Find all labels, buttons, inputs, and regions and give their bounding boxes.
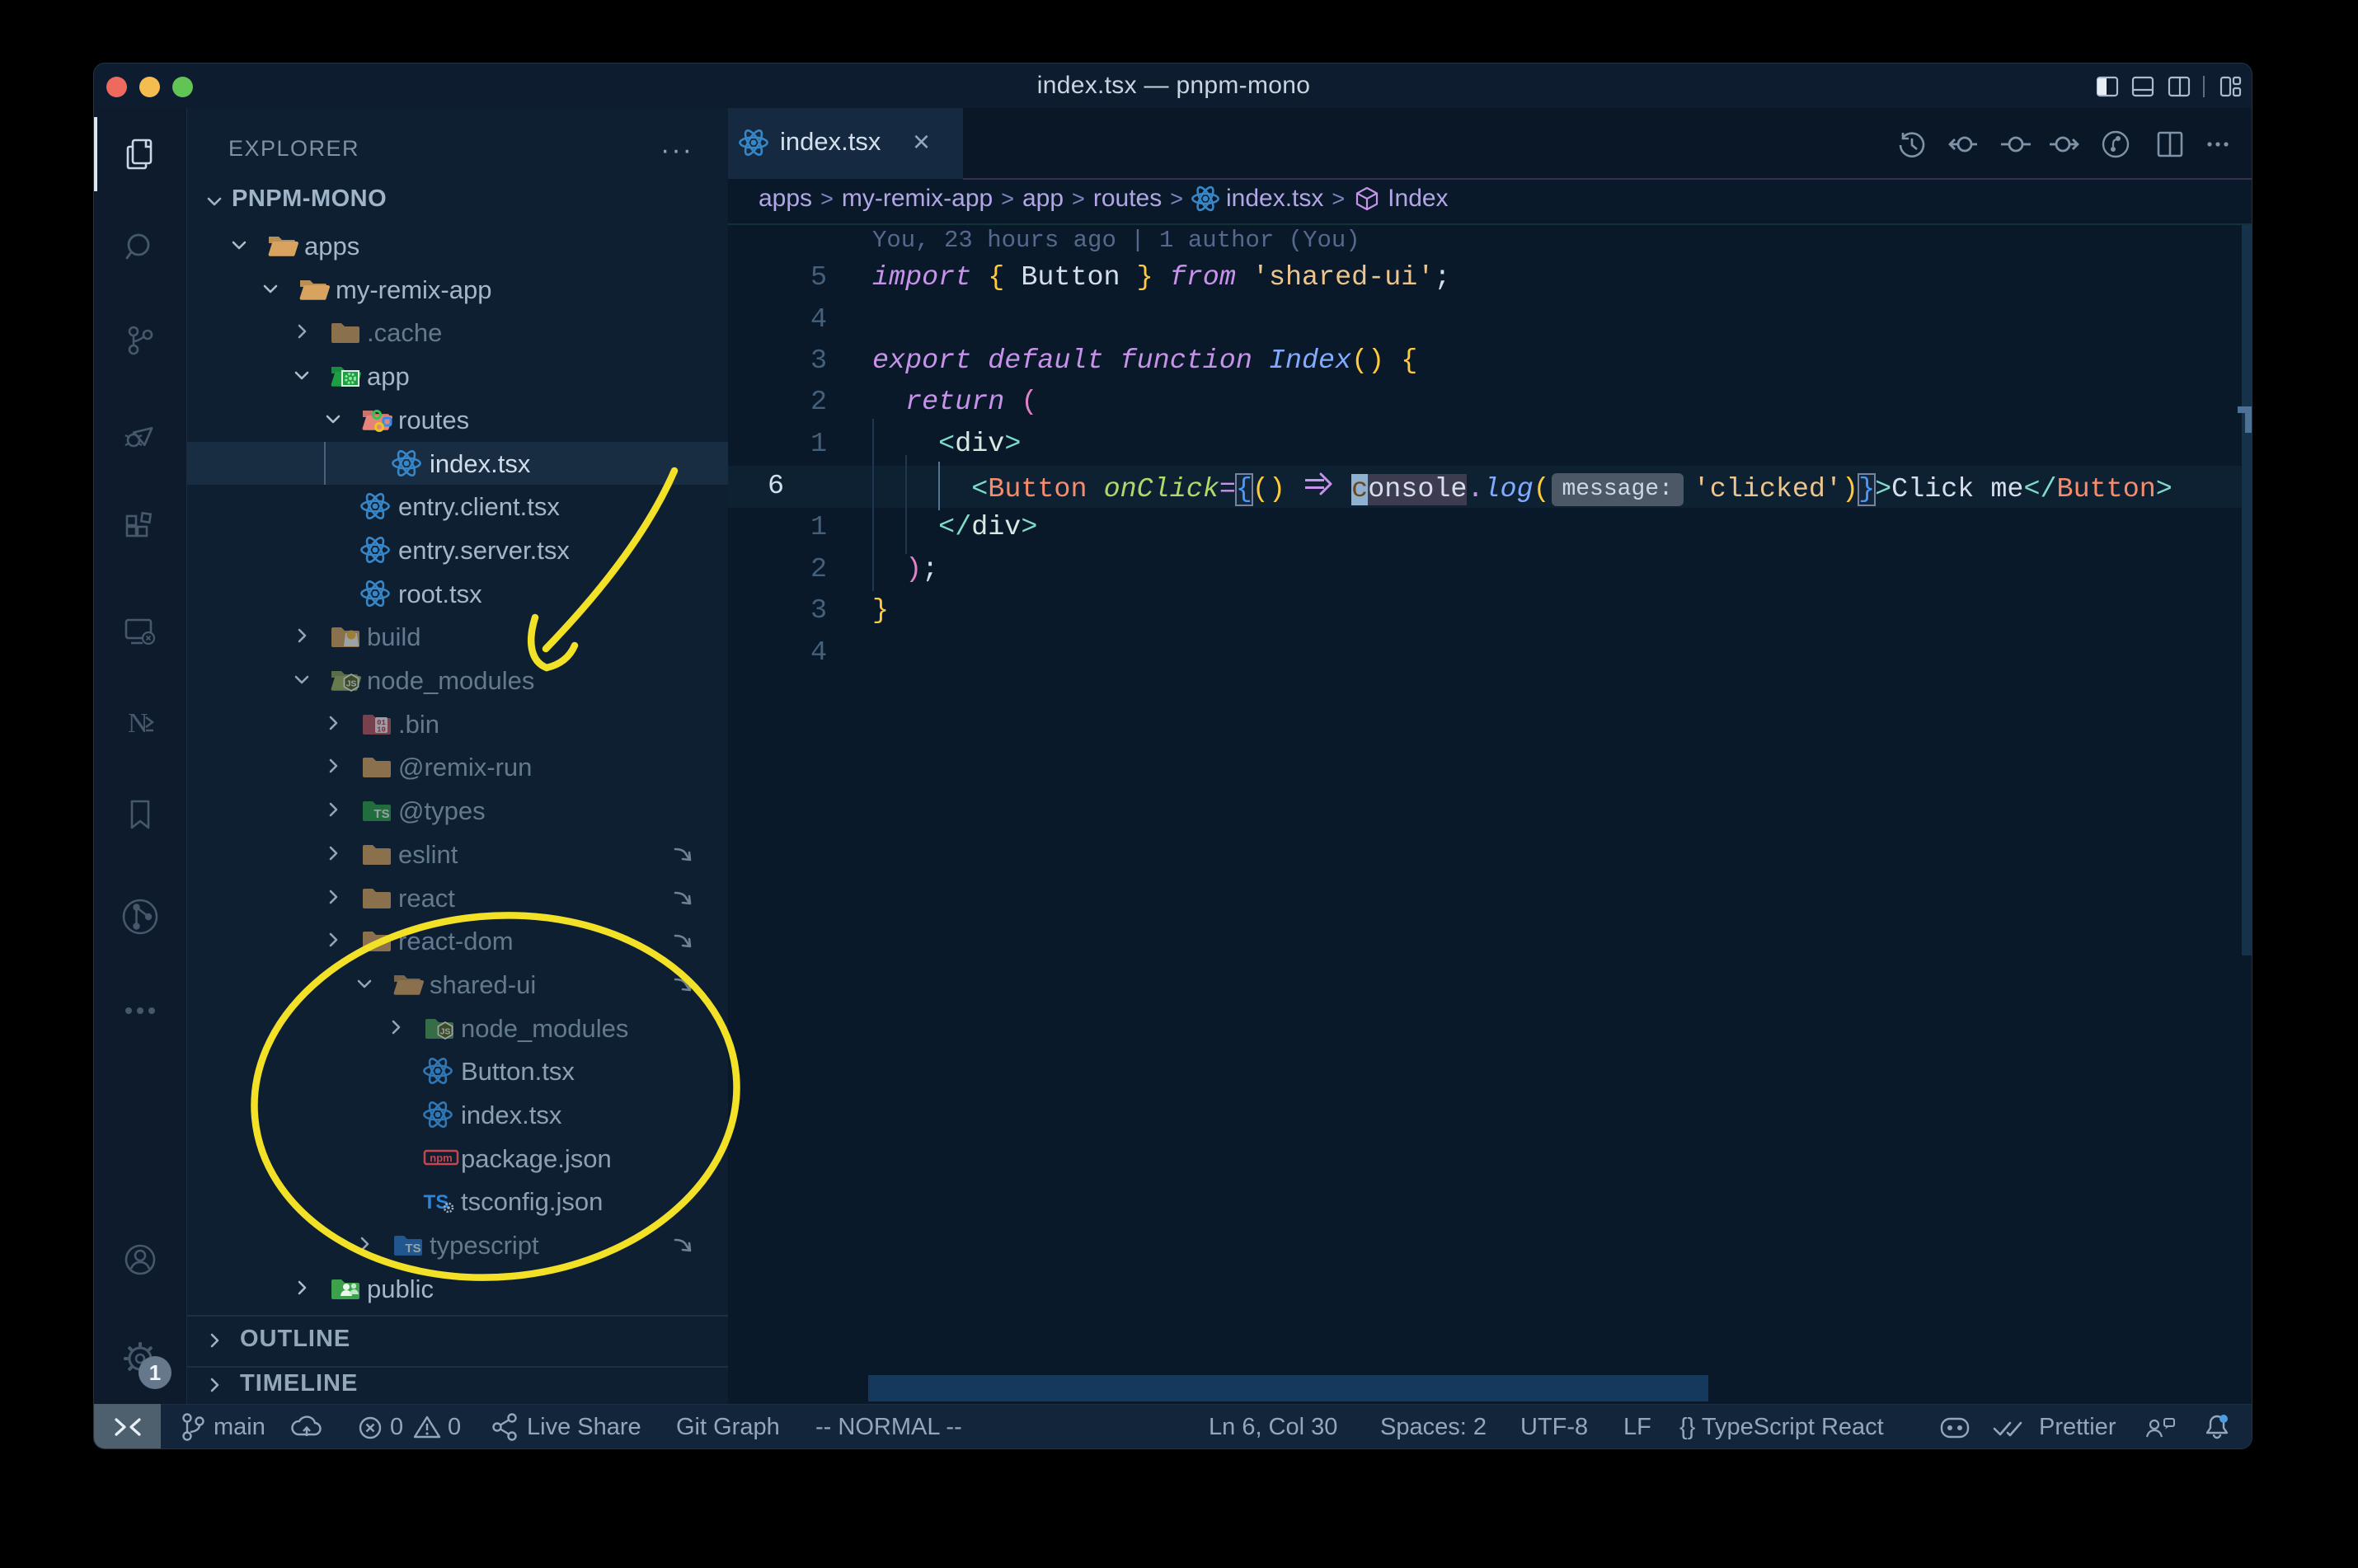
svg-text:10: 10 [377,725,386,734]
svg-text:JS: JS [346,679,357,689]
svg-text:npm: npm [430,1152,452,1164]
svg-text:TS: TS [405,1242,420,1256]
svg-text:N: N [128,708,148,739]
svg-text:TS: TS [373,807,389,821]
svg-text:JS: JS [440,1026,451,1036]
